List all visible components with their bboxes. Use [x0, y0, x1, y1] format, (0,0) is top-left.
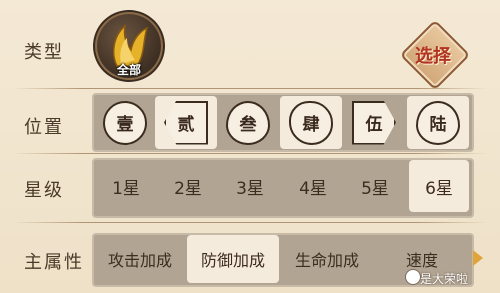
position-badge: 叁: [226, 100, 270, 145]
position-badge: 贰: [164, 100, 208, 145]
select-button-label: 选择: [415, 46, 451, 67]
position-option-3[interactable]: 叁: [217, 96, 279, 149]
position-badge: 伍: [352, 100, 396, 145]
star-option-3[interactable]: 3星: [220, 160, 280, 212]
star-option-1[interactable]: 1星: [96, 160, 156, 212]
position-option-2[interactable]: 贰: [155, 96, 217, 149]
attribute-option-hp[interactable]: 生命加成: [281, 235, 373, 283]
star-option-6[interactable]: 6星: [409, 160, 469, 212]
weibo-logo-icon: [405, 269, 421, 285]
divider: [12, 153, 488, 154]
type-all-label: 全部: [116, 63, 141, 77]
position-badge: 陆: [416, 100, 460, 145]
divider: [12, 222, 488, 223]
position-option-1[interactable]: 壹: [94, 96, 156, 149]
attribute-label: 主属性: [24, 252, 84, 273]
star-option-4[interactable]: 4星: [283, 160, 343, 212]
scroll-right-arrow-icon[interactable]: [473, 250, 483, 266]
position-option-4[interactable]: 肆: [280, 96, 342, 149]
position-option-6[interactable]: 陆: [407, 96, 469, 149]
type-label: 类型: [24, 42, 64, 63]
star-option-5[interactable]: 5星: [345, 160, 405, 212]
watermark: 是大荣啦: [420, 272, 469, 286]
star-label: 星级: [24, 180, 64, 201]
divider: [12, 88, 488, 89]
position-option-5[interactable]: 伍: [343, 96, 405, 149]
attribute-option-attack[interactable]: 攻击加成: [94, 235, 186, 283]
star-option-2[interactable]: 2星: [158, 160, 218, 212]
position-label: 位置: [24, 117, 64, 138]
position-badge: 肆: [289, 100, 333, 145]
position-badge: 壹: [103, 100, 147, 145]
attribute-option-defense[interactable]: 防御加成: [187, 235, 279, 283]
type-all-button[interactable]: 全部: [97, 14, 161, 78]
